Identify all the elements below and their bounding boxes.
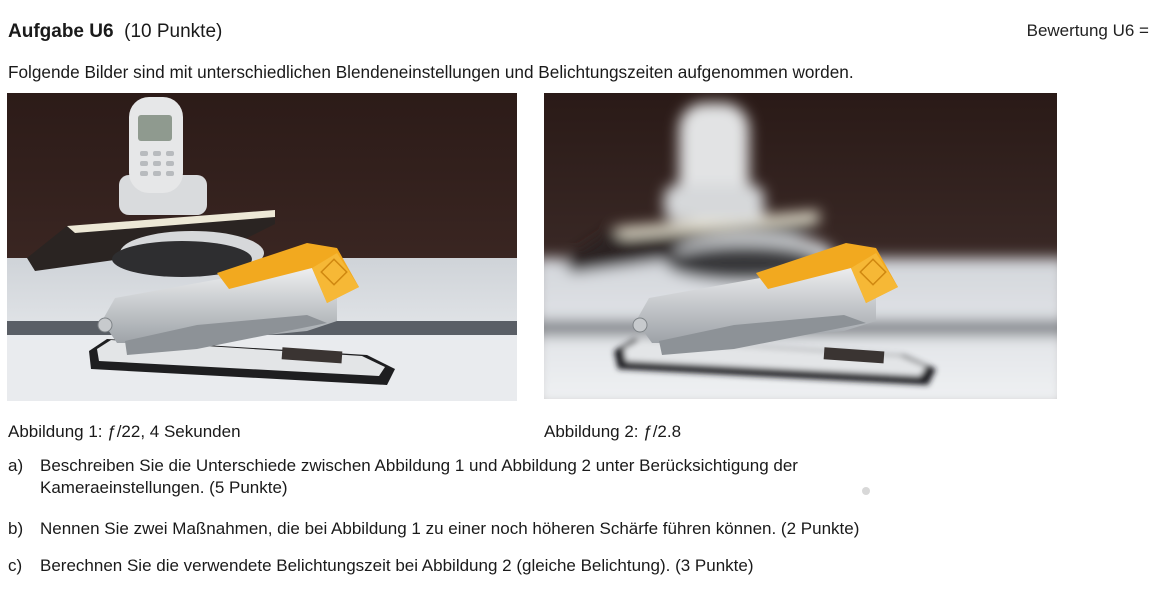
task-b-letter: b) [8,519,24,538]
figure-1-photo [7,93,517,401]
task-header: Aufgabe U6 (10 Punkte) Bewertung U6 = [8,21,1149,47]
figure-2-photo [544,93,1057,399]
task-points: (10 Punkte) [124,21,223,42]
figure-2-caption: Abbildung 2: ƒ/2.8 [544,422,682,441]
task-a-text: Beschreiben Sie die Unterschiede zwische… [40,456,798,475]
figure-1-caption: Abbildung 1: ƒ/22, 4 Sekunden [8,422,241,441]
task-a-text-continued: Kameraeinstellungen. (5 Punkte) [40,478,288,497]
task-c-text: Berechnen Sie die verwendete Belichtungs… [40,556,754,575]
task-title: Aufgabe U6 (10 Punkte) [8,21,222,43]
task-b-text: Nennen Sie zwei Maßnahmen, die bei Abbil… [40,519,860,538]
task-a-letter: a) [8,456,24,475]
intro-text: Folgende Bilder sind mit unterschiedlich… [8,62,854,82]
task-c-letter: c) [8,556,23,575]
scan-speck [862,487,870,495]
task-id: Aufgabe U6 [8,21,114,42]
rating-label: Bewertung U6 = [1026,21,1149,40]
